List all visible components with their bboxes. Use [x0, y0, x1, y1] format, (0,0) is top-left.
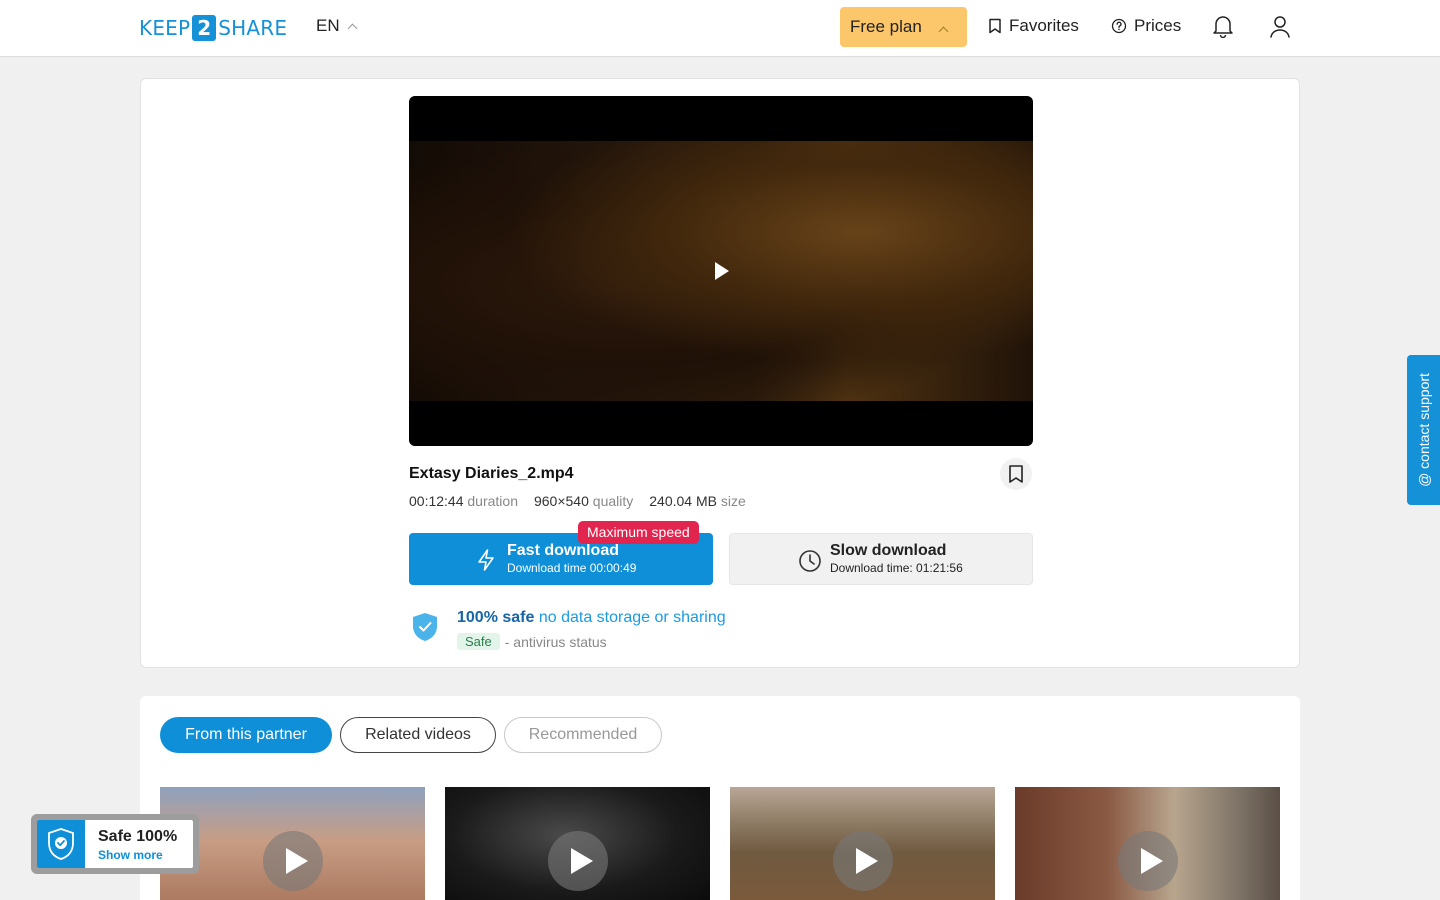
antivirus-label: - antivirus status — [504, 633, 607, 650]
safe-widget-body: Safe 100% Show more — [37, 820, 193, 868]
file-meta: 00:12:44 duration 960×540 quality 240.04… — [409, 493, 746, 509]
play-icon[interactable] — [1118, 831, 1178, 891]
meta-duration: 00:12:44 duration — [409, 493, 518, 509]
size-label: size — [720, 493, 746, 509]
language-selector[interactable]: EN — [316, 16, 358, 36]
logo-two: 2 — [192, 15, 217, 41]
fast-download-time: Download time 00:00:49 — [507, 561, 637, 575]
safety-strong: 100% safe — [457, 609, 535, 626]
logo-share: SHARE — [218, 16, 288, 40]
prices-link[interactable]: Prices — [1111, 16, 1181, 36]
chevron-up-icon — [938, 26, 949, 37]
duration-label: duration — [467, 493, 518, 509]
play-icon[interactable] — [833, 831, 893, 891]
video-thumbnail[interactable] — [445, 787, 710, 900]
contact-support-button[interactable]: @ contact support — [1407, 355, 1440, 505]
antivirus-status: Safe - antivirus status — [457, 633, 607, 650]
favorites-link[interactable]: Favorites — [988, 16, 1079, 36]
play-icon[interactable] — [263, 831, 323, 891]
lightning-icon — [478, 549, 494, 571]
logo-keep: KEEP — [139, 16, 191, 40]
favorites-label: Favorites — [1009, 16, 1079, 35]
maximum-speed-badge: Maximum speed — [578, 521, 699, 544]
file-card: Extasy Diaries_2.mp4 00:12:44 duration 9… — [140, 78, 1300, 668]
notifications-button[interactable] — [1212, 14, 1234, 43]
tab-recommended[interactable]: Recommended — [504, 717, 662, 753]
clock-icon — [799, 550, 821, 572]
video-thumbnail[interactable] — [730, 787, 995, 900]
contact-support-label: @ contact support — [1415, 373, 1432, 487]
tab-from-partner[interactable]: From this partner — [160, 717, 332, 753]
plan-label: Free plan — [850, 17, 922, 36]
bookmark-icon — [1009, 465, 1023, 483]
meta-size: 240.04 MB size — [649, 493, 746, 509]
video-thumbnail[interactable] — [1015, 787, 1280, 900]
plan-button[interactable]: Free plan — [840, 7, 967, 47]
play-icon[interactable] — [548, 831, 608, 891]
show-more-link[interactable]: Show more — [98, 848, 163, 862]
user-icon — [1270, 16, 1290, 38]
shield-check-icon — [413, 613, 437, 641]
duration-value: 00:12:44 — [409, 493, 464, 509]
safety-light: no data storage or sharing — [538, 609, 726, 626]
language-label: EN — [316, 16, 340, 35]
slow-download-time: Download time: 01:21:56 — [830, 561, 963, 575]
bell-icon — [1213, 16, 1233, 39]
shield-check-icon — [37, 820, 85, 868]
safe-widget[interactable]: Safe 100% Show more — [31, 814, 199, 874]
play-icon[interactable] — [715, 262, 729, 280]
add-favorite-button[interactable] — [1000, 458, 1032, 490]
slow-download-button[interactable]: Slow download Download time: 01:21:56 — [729, 533, 1033, 585]
logo[interactable]: KEEP 2 SHARE — [139, 14, 287, 42]
prices-label: Prices — [1134, 16, 1182, 35]
account-button[interactable] — [1269, 15, 1291, 44]
fast-download-title: Fast download — [507, 542, 619, 559]
meta-quality: 960×540 quality — [534, 493, 633, 509]
file-name: Extasy Diaries_2.mp4 — [409, 465, 574, 482]
help-circle-icon — [1111, 18, 1127, 34]
video-player[interactable] — [409, 96, 1033, 446]
top-header: KEEP 2 SHARE EN Free plan Favorites Pric… — [0, 0, 1440, 57]
video-thumbnail[interactable] — [160, 787, 425, 900]
quality-value: 960×540 — [533, 493, 589, 509]
tab-related-videos[interactable]: Related videos — [340, 717, 496, 753]
safety-headline: 100% safe no data storage or sharing — [457, 609, 726, 627]
chevron-up-icon — [347, 23, 358, 33]
size-value: 240.04 MB — [649, 493, 717, 509]
safe-badge: Safe — [457, 633, 500, 650]
safe-widget-title: Safe 100% — [98, 828, 178, 845]
quality-label: quality — [592, 493, 634, 509]
related-card: From this partner Related videos Recomme… — [140, 696, 1300, 900]
bookmark-icon — [989, 18, 1001, 34]
slow-download-title: Slow download — [830, 542, 947, 559]
